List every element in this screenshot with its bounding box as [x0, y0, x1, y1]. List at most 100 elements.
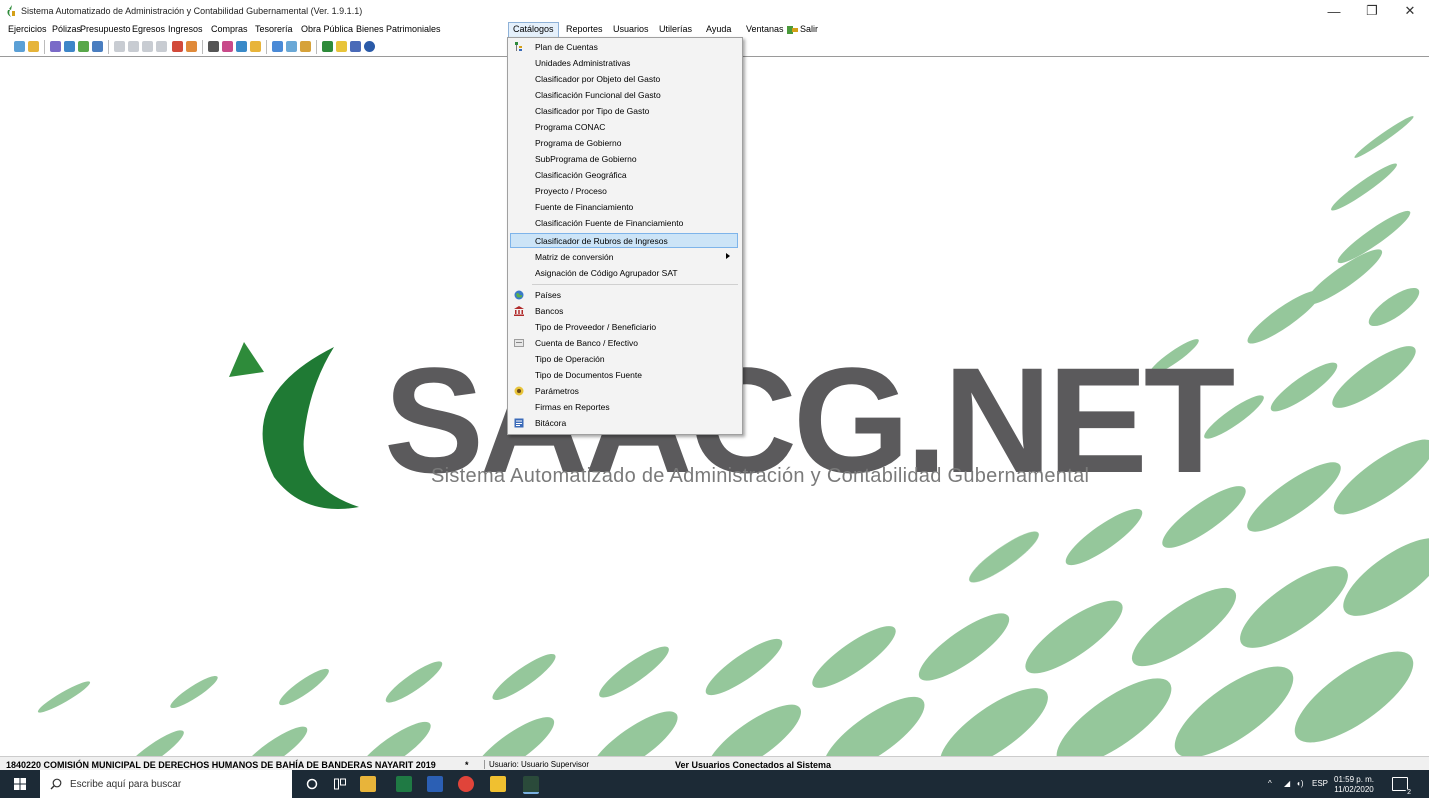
menu-ingresos[interactable]: Ingresos: [168, 24, 203, 34]
volume-icon[interactable]: ◖): [1296, 779, 1304, 788]
unsaved-indicator: *: [465, 760, 469, 770]
menu-bar: Ejercicios Pólizas Presupuesto Egresos I…: [0, 22, 1429, 38]
document-icon[interactable]: [128, 41, 139, 52]
parameters-icon[interactable]: [336, 41, 347, 52]
logo-subtitle: Sistema Automatizado de Administración y…: [431, 465, 1090, 487]
taskbar: Escribe aquí para buscar ^ ◢ ◖) ESP 01:5…: [0, 770, 1429, 798]
menu-item-rubros-de-ingresos[interactable]: Clasificador de Rubros de Ingresos: [510, 233, 738, 248]
salir-icon[interactable]: [787, 24, 798, 35]
refresh-icon[interactable]: [14, 41, 25, 52]
network-icon[interactable]: ◢: [1284, 779, 1290, 788]
chat-icon[interactable]: [490, 776, 506, 792]
menu-item-funcional-del-gasto[interactable]: Clasificación Funcional del Gasto: [510, 87, 738, 102]
log-icon[interactable]: [350, 41, 361, 52]
menu-item-firmas-en-reportes[interactable]: Firmas en Reportes: [510, 399, 738, 414]
menu-item-unidades-administrativas[interactable]: Unidades Administrativas: [510, 55, 738, 70]
windows-start-icon[interactable]: [14, 778, 26, 790]
box-icon[interactable]: [250, 41, 261, 52]
menu-item-proyecto-proceso[interactable]: Proyecto / Proceso: [510, 183, 738, 198]
toolbar-separator: [316, 40, 317, 54]
menu-item-fuente-de-financiamiento[interactable]: Fuente de Financiamiento: [510, 199, 738, 214]
menu-item-cuenta-de-banco[interactable]: Cuenta de Banco / Efectivo: [510, 335, 738, 350]
menu-polizas[interactable]: Pólizas: [52, 24, 81, 34]
settings-icon[interactable]: [300, 41, 311, 52]
toolbar-separator: [44, 40, 45, 54]
logo-leaf-top: [229, 342, 264, 377]
menu-obra-publica[interactable]: Obra Pública: [301, 24, 353, 34]
taskbar-search-box[interactable]: Escribe aquí para buscar: [40, 770, 292, 798]
policy-icon[interactable]: [50, 41, 61, 52]
menu-presupuesto[interactable]: Presupuesto: [80, 24, 131, 34]
language-indicator[interactable]: ESP: [1312, 779, 1328, 788]
connected-users-link[interactable]: Ver Usuarios Conectados al Sistema: [675, 760, 831, 770]
excel-icon[interactable]: [396, 776, 412, 792]
account-icon: [514, 339, 524, 347]
menu-item-clasificacion-fuente-financiamiento[interactable]: Clasificación Fuente de Financiamiento: [510, 215, 738, 230]
menu-tesoreria[interactable]: Tesorería: [255, 24, 293, 34]
users-icon[interactable]: [286, 41, 297, 52]
expense-icon[interactable]: [78, 41, 89, 52]
document-icon[interactable]: [142, 41, 153, 52]
file-explorer-icon[interactable]: [360, 776, 376, 792]
menu-item-programa-conac[interactable]: Programa CONAC: [510, 119, 738, 134]
menu-item-tipo-proveedor[interactable]: Tipo de Proveedor / Beneficiario: [510, 319, 738, 334]
menu-compras[interactable]: Compras: [211, 24, 248, 34]
task-view-icon[interactable]: [334, 778, 346, 790]
menu-egresos[interactable]: Egresos: [132, 24, 165, 34]
maximize-button[interactable]: ❐: [1353, 0, 1391, 22]
menu-item-bancos[interactable]: Bancos: [510, 303, 738, 318]
taskbar-clock[interactable]: 01:59 p. m. 11/02/2020: [1334, 775, 1374, 795]
menu-item-subprograma-de-gobierno[interactable]: SubPrograma de Gobierno: [510, 151, 738, 166]
menu-item-plan-de-cuentas[interactable]: Plan de Cuentas: [510, 39, 738, 54]
document-icon[interactable]: [156, 41, 167, 52]
saacg-app-icon[interactable]: [523, 776, 539, 794]
menu-item-paises[interactable]: Países: [510, 287, 738, 302]
menu-item-bitacora[interactable]: Bitácora: [510, 415, 738, 430]
menu-utilerias[interactable]: Utilerías: [659, 24, 692, 34]
globe-icon: [514, 290, 524, 300]
tray-chevron-icon[interactable]: ^: [1268, 779, 1272, 788]
menu-item-tipo-de-gasto[interactable]: Clasificador por Tipo de Gasto: [510, 103, 738, 118]
word-icon[interactable]: [427, 776, 443, 792]
budget-icon[interactable]: [64, 41, 75, 52]
notifications-icon[interactable]: 2: [1392, 777, 1413, 796]
transfer-icon[interactable]: [236, 41, 247, 52]
menu-item-matriz-de-conversion[interactable]: Matriz de conversión: [510, 249, 738, 264]
menu-item-tipo-de-operacion[interactable]: Tipo de Operación: [510, 351, 738, 366]
menu-item-parametros[interactable]: Parámetros: [510, 383, 738, 398]
calculator-icon[interactable]: [208, 41, 219, 52]
menu-ayuda[interactable]: Ayuda: [706, 24, 731, 34]
report-icon[interactable]: [272, 41, 283, 52]
menu-reportes[interactable]: Reportes: [566, 24, 603, 34]
chart-icon[interactable]: [172, 41, 183, 52]
menu-separator: [532, 284, 738, 285]
menu-item-tipo-documentos-fuente[interactable]: Tipo de Documentos Fuente: [510, 367, 738, 382]
submenu-arrow-icon: [726, 253, 730, 259]
menu-salir[interactable]: Salir: [800, 24, 818, 34]
document-icon[interactable]: [114, 41, 125, 52]
close-button[interactable]: ✕: [1391, 0, 1429, 22]
entity-label: 1840220 COMISIÓN MUNICIPAL DE DERECHOS H…: [6, 760, 436, 770]
menu-bienes-patrimoniales[interactable]: Bienes Patrimoniales: [356, 24, 441, 34]
minimize-button[interactable]: —: [1315, 0, 1353, 22]
grid-icon[interactable]: [92, 41, 103, 52]
clock-time: 01:59 p. m.: [1334, 775, 1375, 784]
tree-icon[interactable]: [322, 41, 333, 52]
menu-ejercicios[interactable]: Ejercicios: [8, 24, 47, 34]
menu-usuarios[interactable]: Usuarios: [613, 24, 649, 34]
cortana-icon[interactable]: [306, 778, 318, 790]
chrome-icon[interactable]: [458, 776, 474, 792]
menu-ventanas[interactable]: Ventanas: [746, 24, 784, 34]
menu-item-clasificacion-geografica[interactable]: Clasificación Geográfica: [510, 167, 738, 182]
folder-icon[interactable]: [28, 41, 39, 52]
status-bar: 1840220 COMISIÓN MUNICIPAL DE DERECHOS H…: [0, 756, 1429, 771]
menu-item-codigo-agrupador-sat[interactable]: Asignación de Código Agrupador SAT: [510, 265, 738, 280]
menu-catalogos[interactable]: Catálogos: [508, 22, 559, 38]
app-icon: [7, 5, 15, 17]
help-icon[interactable]: [364, 41, 375, 52]
print-icon[interactable]: [186, 41, 197, 52]
tools-icon[interactable]: [222, 41, 233, 52]
menu-item-objeto-del-gasto[interactable]: Clasificador por Objeto del Gasto: [510, 71, 738, 86]
catalogos-dropdown: Plan de Cuentas Unidades Administrativas…: [507, 37, 743, 435]
menu-item-programa-de-gobierno[interactable]: Programa de Gobierno: [510, 135, 738, 150]
